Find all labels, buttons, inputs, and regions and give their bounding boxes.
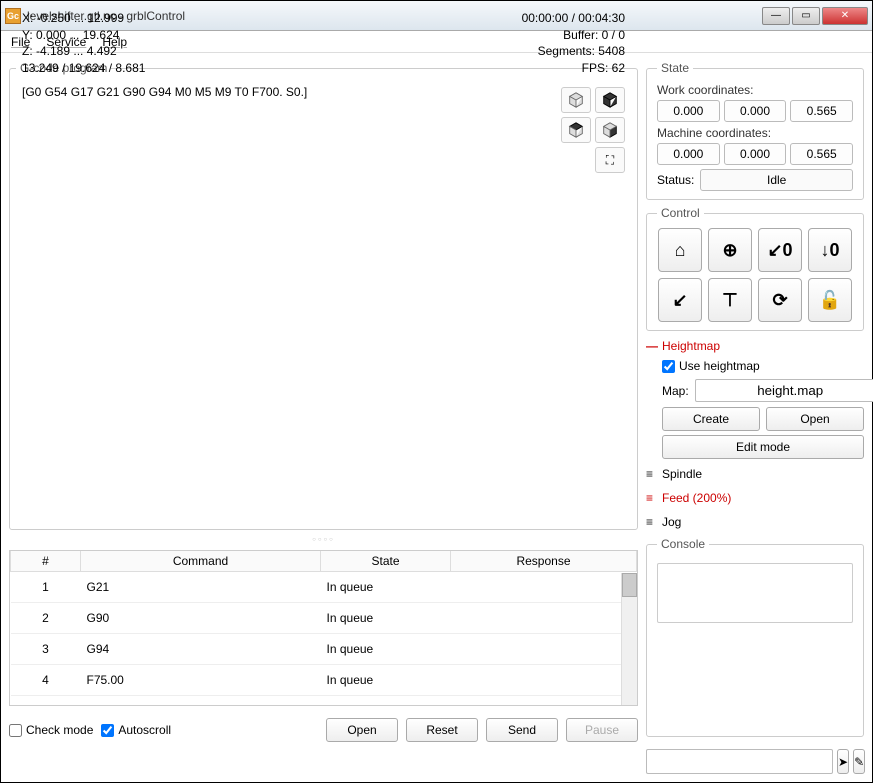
unlock-icon: 🔓: [819, 290, 841, 311]
gcode-panel: G-code program [G0 G54 G17 G21 G90 G94 M…: [9, 61, 638, 530]
autoscroll-checkbox[interactable]: Autoscroll: [101, 723, 171, 737]
safe-z-icon: ⊤: [722, 290, 738, 311]
machine-z: 0.565: [790, 143, 853, 165]
close-button[interactable]: ✕: [822, 7, 868, 25]
safe-z-button[interactable]: ⊤: [708, 278, 752, 322]
table-row[interactable]: 4F75.00In queue: [11, 665, 637, 696]
splitter[interactable]: ○○○○: [9, 536, 638, 544]
jog-section[interactable]: ≡ Jog: [646, 513, 864, 531]
col-command[interactable]: Command: [81, 551, 321, 572]
console-panel: Console: [646, 537, 864, 737]
console-send-button[interactable]: ➤: [837, 749, 849, 774]
home-button[interactable]: ⌂: [658, 228, 702, 272]
probe-icon: ⊕: [722, 240, 737, 261]
zero-xy-button[interactable]: ↙0: [758, 228, 802, 272]
work-x: 0.000: [657, 100, 720, 122]
table-scrollbar[interactable]: [621, 573, 637, 705]
reset-icon: ⟳: [772, 290, 787, 311]
maximize-button[interactable]: ▭: [792, 7, 820, 25]
expand-icon: ≡: [646, 467, 656, 481]
check-mode-checkbox[interactable]: Check mode: [9, 723, 93, 737]
zero-z-button[interactable]: ↓0: [808, 228, 852, 272]
send-icon: ➤: [838, 755, 848, 769]
table-row[interactable]: 2G90In queue: [11, 603, 637, 634]
expand-icon: ≡: [646, 515, 656, 529]
viewport-bounds: X: -0.250 ... 12.999 Y: 0.000 ... 19.624…: [22, 10, 145, 77]
view-front-button[interactable]: [561, 117, 591, 143]
origin-icon: ↙: [672, 290, 687, 311]
home-icon: ⌂: [675, 240, 686, 261]
work-coords-label: Work coordinates:: [657, 83, 853, 97]
console-clear-button[interactable]: ✎: [853, 749, 865, 774]
col-response[interactable]: Response: [451, 551, 637, 572]
open-button[interactable]: Open: [326, 718, 398, 742]
machine-coords-label: Machine coordinates:: [657, 126, 853, 140]
origin-button[interactable]: ↙: [658, 278, 702, 322]
gcode-header-line: [G0 G54 G17 G21 G90 G94 M0 M5 M9 T0 F700…: [22, 85, 307, 99]
map-label: Map:: [662, 384, 689, 398]
spindle-section[interactable]: ≡ Spindle: [646, 465, 864, 483]
console-output[interactable]: [657, 563, 853, 623]
viewport-stats: 00:00:00 / 00:04:30 Buffer: 0 / 0 Segmen…: [522, 10, 625, 77]
collapse-icon: —: [646, 339, 656, 353]
status-value: Idle: [700, 169, 853, 191]
col-state[interactable]: State: [321, 551, 451, 572]
console-input[interactable]: [646, 749, 833, 774]
fullscreen-button[interactable]: ⛶: [595, 147, 625, 173]
table-row[interactable]: 3G94In queue: [11, 634, 637, 665]
heightmap-create-button[interactable]: Create: [662, 407, 760, 431]
status-label: Status:: [657, 173, 694, 187]
view-side-button[interactable]: [595, 117, 625, 143]
reset-button[interactable]: Reset: [406, 718, 478, 742]
probe-button[interactable]: ⊕: [708, 228, 752, 272]
unlock-button[interactable]: 🔓: [808, 278, 852, 322]
zero-xy-icon: ↙0: [767, 240, 792, 261]
heightmap-edit-button[interactable]: Edit mode: [662, 435, 864, 459]
heightmap-open-button[interactable]: Open: [766, 407, 864, 431]
erase-icon: ✎: [854, 755, 864, 769]
use-heightmap-checkbox[interactable]: Use heightmap: [662, 359, 864, 373]
machine-y: 0.000: [724, 143, 787, 165]
minimize-button[interactable]: —: [762, 7, 790, 25]
pause-button[interactable]: Pause: [566, 718, 638, 742]
zero-z-icon: ↓0: [820, 240, 839, 261]
table-row[interactable]: 1G21In queue: [11, 572, 637, 603]
expand-icon: ≡: [646, 491, 656, 505]
view-top-button[interactable]: [595, 87, 625, 113]
app-icon: Gc: [5, 8, 21, 24]
gcode-table: # Command State Response 1G21In queue2G9…: [9, 550, 638, 706]
reset-button[interactable]: ⟳: [758, 278, 802, 322]
view-iso-button[interactable]: [561, 87, 591, 113]
send-button[interactable]: Send: [486, 718, 558, 742]
map-file-input[interactable]: [695, 379, 873, 402]
work-z: 0.565: [790, 100, 853, 122]
feed-section[interactable]: ≡ Feed (200%): [646, 489, 864, 507]
control-panel: Control ⌂ ⊕ ↙0 ↓0 ↙ ⊤ ⟳ 🔓: [646, 206, 864, 331]
heightmap-section[interactable]: — Heightmap: [646, 337, 864, 355]
col-num[interactable]: #: [11, 551, 81, 572]
work-y: 0.000: [724, 100, 787, 122]
machine-x: 0.000: [657, 143, 720, 165]
state-panel: State Work coordinates: 0.000 0.000 0.56…: [646, 61, 864, 200]
